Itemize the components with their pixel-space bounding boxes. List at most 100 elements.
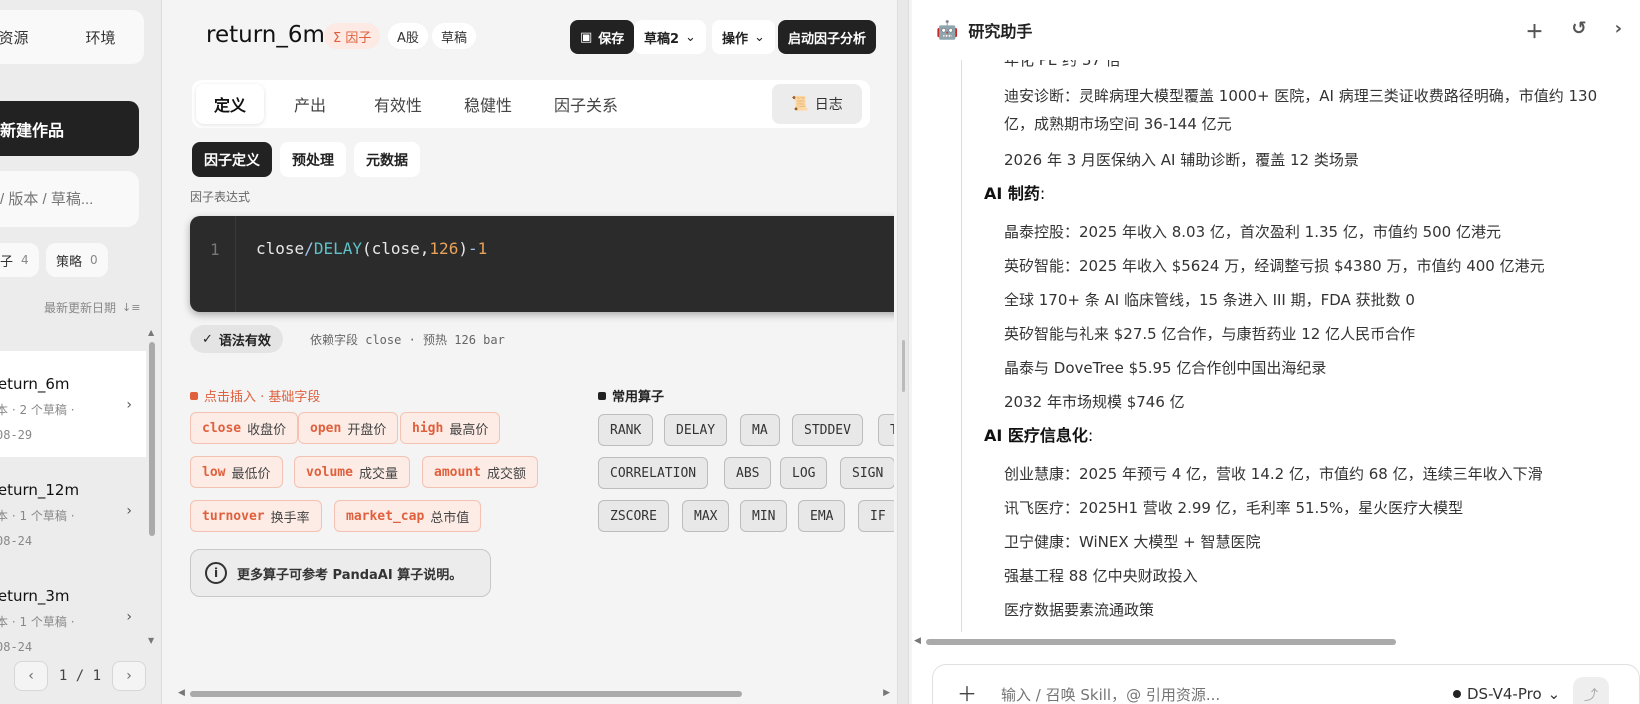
field-chip-open[interactable]: open 开盘价: [298, 412, 399, 444]
op-chip[interactable]: CORRELATION: [598, 457, 709, 489]
sort-control[interactable]: 最新更新日期 ↓≡: [44, 299, 140, 316]
scrollbar-thumb[interactable]: [149, 342, 155, 536]
message-line: 2026 年 3 月医保纳入 AI 辅助诊断，覆盖 12 类场景: [1004, 151, 1359, 169]
scrollbar-thumb[interactable]: [926, 639, 1396, 645]
tab-definition[interactable]: 定义: [196, 84, 265, 124]
field-name: 收盘价: [247, 422, 287, 438]
save-icon: ▣: [580, 29, 593, 45]
tab-output[interactable]: 产出: [276, 84, 344, 124]
scroll-left-icon[interactable]: ◀: [178, 688, 185, 698]
save-button[interactable]: ▣ 保存: [570, 20, 635, 54]
op-chip[interactable]: STDDEV: [792, 414, 863, 446]
work-item-name: return_6m: [0, 375, 70, 393]
sidebar-tab-environment[interactable]: 环境: [57, 27, 144, 48]
status-dot-icon: [1453, 690, 1461, 698]
filter-chip-strategy[interactable]: 策略 0: [46, 243, 108, 277]
work-item-name: return_3m: [0, 587, 70, 605]
field-chip-high[interactable]: high 最高价: [400, 412, 501, 444]
work-list-item[interactable]: return_12m 本 · 1 个草稿 · 08-24 ›: [0, 457, 146, 563]
tab-validity[interactable]: 有效性: [356, 84, 440, 124]
sidebar-search-input[interactable]: [0, 171, 139, 227]
op-chip[interactable]: ABS: [724, 457, 772, 489]
op-chip[interactable]: MAX: [682, 500, 730, 532]
message-line: 英矽智能：2025 年收入 $5624 万，经调整亏损 $4380 万，市值约 …: [1004, 257, 1545, 275]
heading-text: AI 医疗信息化: [984, 426, 1088, 445]
op-chip[interactable]: SIGN: [840, 457, 894, 489]
op-chip[interactable]: LOG: [780, 457, 828, 489]
field-key: low: [202, 464, 226, 480]
scroll-left-icon[interactable]: ◀: [914, 636, 921, 646]
filter-chip-label: 策略: [56, 254, 83, 270]
filter-chip-factor[interactable]: 子 4: [0, 243, 39, 277]
history-icon[interactable]: ↺: [1571, 18, 1586, 44]
field-chip-market-cap[interactable]: market_cap 总市值: [334, 500, 482, 532]
model-select[interactable]: DS-V4-Pro ⌄: [1453, 685, 1560, 703]
op-chip[interactable]: T: [878, 414, 894, 446]
research-assistant-panel: 🤖 研究助手 ＋ ↺ › 年化 PE 约 37 倍 迪安诊断：灵眸病理大模型覆盖…: [912, 0, 1640, 704]
assistant-message-input[interactable]: [1001, 686, 1401, 704]
draft-select[interactable]: 草稿2 ⌄: [634, 20, 706, 54]
work-item-meta: 本 · 1 个草稿 ·: [0, 509, 75, 523]
scroll-log-icon: 📜: [791, 96, 809, 112]
save-label: 保存: [598, 31, 625, 47]
chevron-right-icon: ›: [126, 609, 132, 625]
sidebar-scrollbar[interactable]: ▲ ▼: [146, 328, 158, 648]
send-button[interactable]: ⤴: [1573, 677, 1609, 704]
work-item-meta: 本 · 1 个草稿 ·: [0, 615, 75, 629]
tab-factor-relations[interactable]: 因子关系: [536, 84, 636, 124]
scroll-right-icon[interactable]: ▶: [883, 688, 890, 698]
new-work-button[interactable]: 新建作品: [0, 101, 139, 156]
subtab-factor-definition[interactable]: 因子定义: [192, 142, 272, 177]
message-line: 晶泰控股：2025 年收入 8.03 亿，首次盈利 1.35 亿，市值约 500…: [1004, 223, 1501, 241]
panel-resize-handle[interactable]: [897, 0, 909, 704]
scrollbar-thumb[interactable]: [190, 691, 742, 697]
op-chip[interactable]: RANK: [598, 414, 654, 446]
subtab-metadata[interactable]: 元数据: [354, 142, 420, 177]
log-button[interactable]: 📜 日志: [772, 84, 862, 124]
main-tabs: 定义 产出 有效性 稳健性 因子关系 📜 日志: [192, 80, 870, 128]
sort-label: 最新更新日期: [44, 301, 117, 315]
editor-horizontal-scrollbar[interactable]: ◀ ▶: [178, 688, 890, 700]
send-arrow-icon: ⤴: [1584, 688, 1598, 704]
actions-label: 操作: [722, 31, 749, 47]
check-circle-icon: ✓: [202, 331, 213, 347]
start-factor-analysis-button[interactable]: 启动因子分析: [778, 20, 877, 54]
message-line: 全球 170+ 条 AI 临床管线，15 条进入 III 期，FDA 获批数 0: [1004, 291, 1415, 309]
op-chip[interactable]: DELAY: [664, 414, 728, 446]
expression-editor[interactable]: 1 close/DELAY(close,126)-1: [190, 216, 894, 312]
op-chip[interactable]: MA: [740, 414, 780, 446]
plus-icon[interactable]: ＋: [957, 678, 977, 704]
field-chip-amount[interactable]: amount 成交额: [422, 456, 538, 488]
scroll-up-icon[interactable]: ▲: [148, 328, 154, 337]
field-name: 成交额: [486, 466, 526, 482]
prev-page-button[interactable]: ‹: [14, 661, 48, 691]
thread-line: [961, 60, 962, 632]
field-chip-volume[interactable]: volume 成交量: [294, 456, 410, 488]
scroll-down-icon[interactable]: ▼: [148, 636, 154, 645]
subtab-preprocess[interactable]: 预处理: [280, 142, 346, 177]
work-item-date: 08-29: [0, 428, 33, 442]
op-chip[interactable]: IF: [858, 500, 894, 532]
plus-icon[interactable]: ＋: [1525, 18, 1543, 44]
op-chip[interactable]: EMA: [798, 500, 846, 532]
message-line: 2032 年市场规模 $746 亿: [1004, 393, 1185, 411]
chevron-right-icon[interactable]: ›: [1615, 18, 1622, 44]
code-token: DELAY: [313, 239, 362, 258]
field-chip-close[interactable]: close 收盘价: [190, 412, 299, 444]
work-list-item[interactable]: return_6m 本 · 2 个草稿 · 08-29 ›: [0, 351, 146, 457]
field-name: 总市值: [430, 510, 470, 526]
work-list-item[interactable]: return_3m 本 · 1 个草稿 · 08-24 ›: [0, 563, 146, 651]
op-chip[interactable]: MIN: [740, 500, 788, 532]
field-key: market_cap: [346, 508, 425, 524]
field-chip-low[interactable]: low 最低价: [190, 456, 283, 488]
tab-robustness[interactable]: 稳健性: [446, 84, 530, 124]
assistant-horizontal-scrollbar[interactable]: ◀: [912, 636, 1640, 648]
code-line[interactable]: close/DELAY(close,126)-1: [256, 239, 487, 258]
resize-grip[interactable]: [902, 340, 905, 392]
field-chip-turnover[interactable]: turnover 换手率: [190, 500, 322, 532]
op-chip[interactable]: ZSCORE: [598, 500, 669, 532]
sidebar-tab-resources[interactable]: 资源: [0, 27, 57, 48]
actions-menu-button[interactable]: 操作 ⌄: [712, 20, 775, 54]
badge-status: 草稿: [432, 23, 477, 49]
next-page-button[interactable]: ›: [112, 661, 146, 691]
